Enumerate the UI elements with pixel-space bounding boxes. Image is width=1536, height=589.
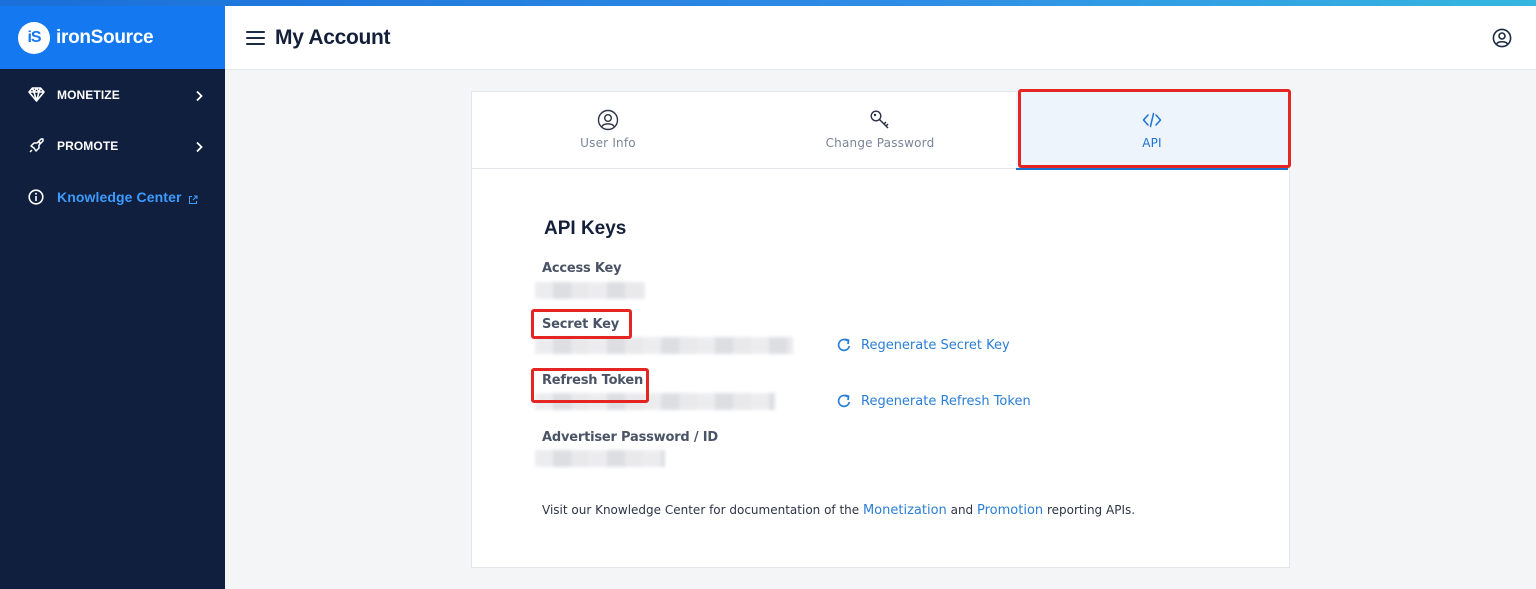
chevron-right-icon [193,89,205,101]
top-accent-stripe [0,0,1536,6]
refresh-icon [836,337,852,353]
regenerate-refresh-token-button[interactable]: Regenerate Refresh Token [836,393,1031,409]
promotion-docs-link[interactable]: Promotion [977,503,1043,518]
monetization-docs-link[interactable]: Monetization [863,503,947,518]
footnote-text: Visit our Knowledge Center for documenta… [542,503,863,517]
tab-user-info[interactable]: User Info [472,92,744,169]
secret-key-label: Secret Key [542,317,619,332]
brand-mark: iS [18,21,50,54]
code-icon [1141,109,1163,131]
tab-change-password[interactable]: Change Password [744,92,1016,169]
tab-api[interactable]: API [1016,92,1288,170]
rocket-icon [27,137,45,155]
sidebar-item-promote[interactable]: PROMOTE [0,120,225,171]
access-key-label: Access Key [542,261,622,276]
sidebar-item-knowledge-center[interactable]: Knowledge Center [0,171,225,222]
sidebar-item-label: Knowledge Center [57,188,182,205]
regenerate-secret-key-label: Regenerate Secret Key [861,337,1010,353]
refresh-token-label: Refresh Token [542,373,644,388]
info-icon [27,188,45,206]
footnote-text: reporting APIs. [1043,503,1136,517]
regenerate-secret-key-button[interactable]: Regenerate Secret Key [836,337,1010,353]
sidebar-item-label: MONETIZE [57,87,120,102]
hamburger-menu-icon[interactable] [246,30,265,45]
account-card: User Info Change Password API API Keys A… [471,91,1290,568]
diamond-icon [27,86,45,104]
account-tabs: User Info Change Password API [472,92,1289,170]
user-profile-icon[interactable] [1492,28,1512,48]
chevron-right-icon [193,140,205,152]
page-title: My Account [275,25,391,49]
section-title: API Keys [544,218,627,239]
tab-label: User Info [580,136,636,150]
top-header: My Account [225,6,1536,70]
tab-label: Change Password [825,136,935,150]
user-circle-icon [597,109,619,131]
footnote-text: and [946,503,977,517]
external-link-icon [188,192,198,204]
advertiser-id-value [535,450,665,467]
sidebar-item-monetize[interactable]: MONETIZE [0,69,225,120]
refresh-icon [836,393,852,409]
sidebar-item-label: PROMOTE [57,138,119,153]
regenerate-refresh-token-label: Regenerate Refresh Token [861,393,1031,409]
refresh-token-value [535,393,775,410]
tab-label: API [1142,136,1162,150]
key-icon [869,109,891,131]
secret-key-value [535,337,793,354]
api-docs-footnote: Visit our Knowledge Center for documenta… [542,503,1135,518]
brand-name: ironSource [56,26,154,48]
access-key-value [535,282,645,299]
sidebar: iS ironSource MONETIZE PROMOTE Knowledge… [0,0,225,589]
brand-logo[interactable]: iS ironSource [0,0,225,69]
advertiser-id-label: Advertiser Password / ID [542,430,718,445]
